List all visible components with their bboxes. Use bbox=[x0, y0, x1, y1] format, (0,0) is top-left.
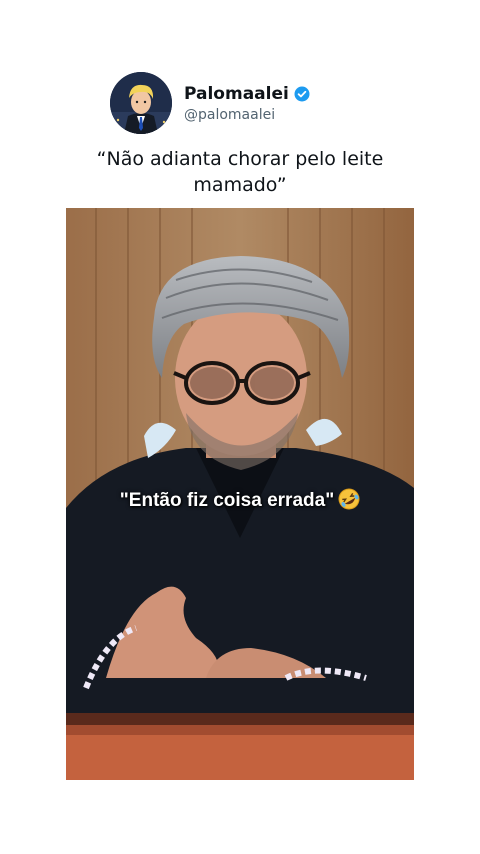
video-caption: "Então fiz coisa errada" bbox=[0, 488, 480, 512]
verified-badge-icon bbox=[294, 86, 310, 102]
video-caption-text: "Então fiz coisa errada" bbox=[119, 490, 335, 511]
author-name-row: Palomaalei bbox=[184, 84, 310, 104]
author-handle[interactable]: @palomaalei bbox=[184, 107, 275, 123]
avatar[interactable] bbox=[110, 72, 172, 134]
post-text: “Não adianta chorar pelo leite mamado” bbox=[96, 148, 384, 196]
author-name[interactable]: Palomaalei bbox=[184, 84, 289, 104]
rolling-on-floor-laughing-emoji-icon bbox=[338, 488, 360, 510]
post-header: Palomaalei @palomaalei bbox=[110, 72, 410, 136]
